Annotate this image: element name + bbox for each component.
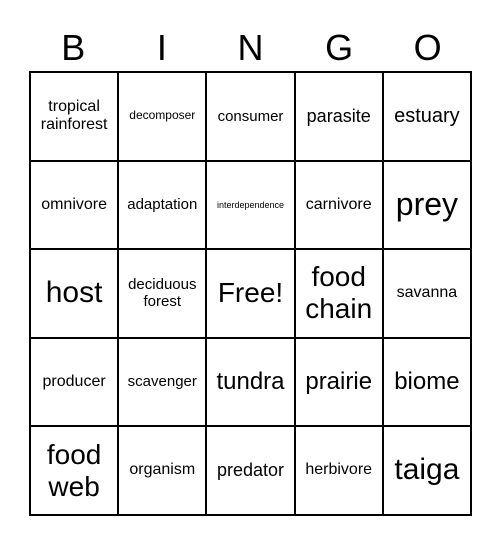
- header-letter-i: I: [156, 27, 167, 68]
- bingo-cell-text: taiga: [394, 453, 460, 487]
- bingo-cell-text: savanna: [396, 284, 458, 302]
- bingo-cell[interactable]: tundra: [206, 337, 295, 427]
- bingo-cell[interactable]: interdependence: [206, 160, 295, 250]
- header-letter-g: G: [325, 27, 354, 68]
- header-letter-b: B: [61, 27, 86, 68]
- bingo-cell-text: organism: [129, 461, 196, 479]
- bingo-cell-text: decomposer: [129, 108, 196, 123]
- bingo-header: B I N G O: [29, 26, 472, 70]
- header-letter-o: O: [413, 27, 442, 68]
- bingo-cell[interactable]: biome: [382, 337, 471, 427]
- bingo-cell-text: food web: [46, 438, 102, 502]
- bingo-cell[interactable]: organism: [118, 426, 207, 515]
- bingo-cell-text: Free!: [217, 277, 284, 309]
- bingo-cell-text: host: [45, 276, 103, 310]
- bingo-cell[interactable]: scavenger: [118, 337, 207, 427]
- bingo-cell-text: prairie: [305, 368, 373, 396]
- bingo-cell[interactable]: prey: [382, 160, 471, 250]
- bingo-cell[interactable]: taiga: [382, 426, 471, 515]
- bingo-cell[interactable]: consumer: [206, 72, 295, 161]
- bingo-cell-text: herbivore: [305, 461, 373, 479]
- bingo-cell[interactable]: food chain: [294, 249, 383, 338]
- bingo-cell[interactable]: adaptation: [118, 160, 207, 250]
- bingo-cell-text: interdependence: [216, 199, 285, 210]
- bingo-cell-text: prey: [395, 186, 459, 223]
- bingo-cell[interactable]: host: [30, 249, 119, 338]
- bingo-cell-text: carnivore: [305, 195, 372, 213]
- bingo-cell[interactable]: tropical rainforest: [30, 72, 119, 161]
- bingo-cell-text: scavenger: [127, 373, 197, 391]
- bingo-cell-text: food chain: [305, 261, 373, 325]
- bingo-cell[interactable]: Free!: [206, 249, 295, 338]
- bingo-cell-text: predator: [216, 460, 285, 481]
- header-letter-n: N: [237, 27, 264, 68]
- bingo-cell[interactable]: producer: [30, 337, 119, 427]
- bingo-cell[interactable]: parasite: [294, 72, 383, 161]
- bingo-cell-text: biome: [394, 368, 460, 396]
- bingo-cell-text: consumer: [217, 107, 284, 125]
- bingo-cell-text: parasite: [306, 105, 371, 126]
- bingo-cell-text: adaptation: [127, 196, 198, 214]
- bingo-cell[interactable]: herbivore: [294, 426, 383, 515]
- bingo-cell[interactable]: decomposer: [118, 72, 207, 161]
- bingo-cell-text: tundra: [216, 368, 285, 396]
- bingo-cell-text: deciduous forest: [128, 276, 197, 311]
- bingo-cell[interactable]: savanna: [382, 249, 471, 338]
- bingo-cell-text: omnivore: [41, 195, 107, 213]
- bingo-cell-text: estuary: [394, 104, 460, 127]
- bingo-cell-text: producer: [42, 372, 106, 390]
- bingo-cell[interactable]: predator: [206, 426, 295, 515]
- bingo-cell[interactable]: omnivore: [30, 160, 119, 250]
- bingo-cell[interactable]: estuary: [382, 72, 471, 161]
- bingo-cell[interactable]: deciduous forest: [118, 249, 207, 338]
- bingo-cell[interactable]: carnivore: [294, 160, 383, 250]
- bingo-cell[interactable]: prairie: [294, 337, 383, 427]
- bingo-cell[interactable]: food web: [30, 426, 119, 515]
- bingo-cell-text: tropical rainforest: [40, 97, 108, 134]
- bingo-grid: tropical rainforest decomposer consumer par…: [29, 71, 472, 516]
